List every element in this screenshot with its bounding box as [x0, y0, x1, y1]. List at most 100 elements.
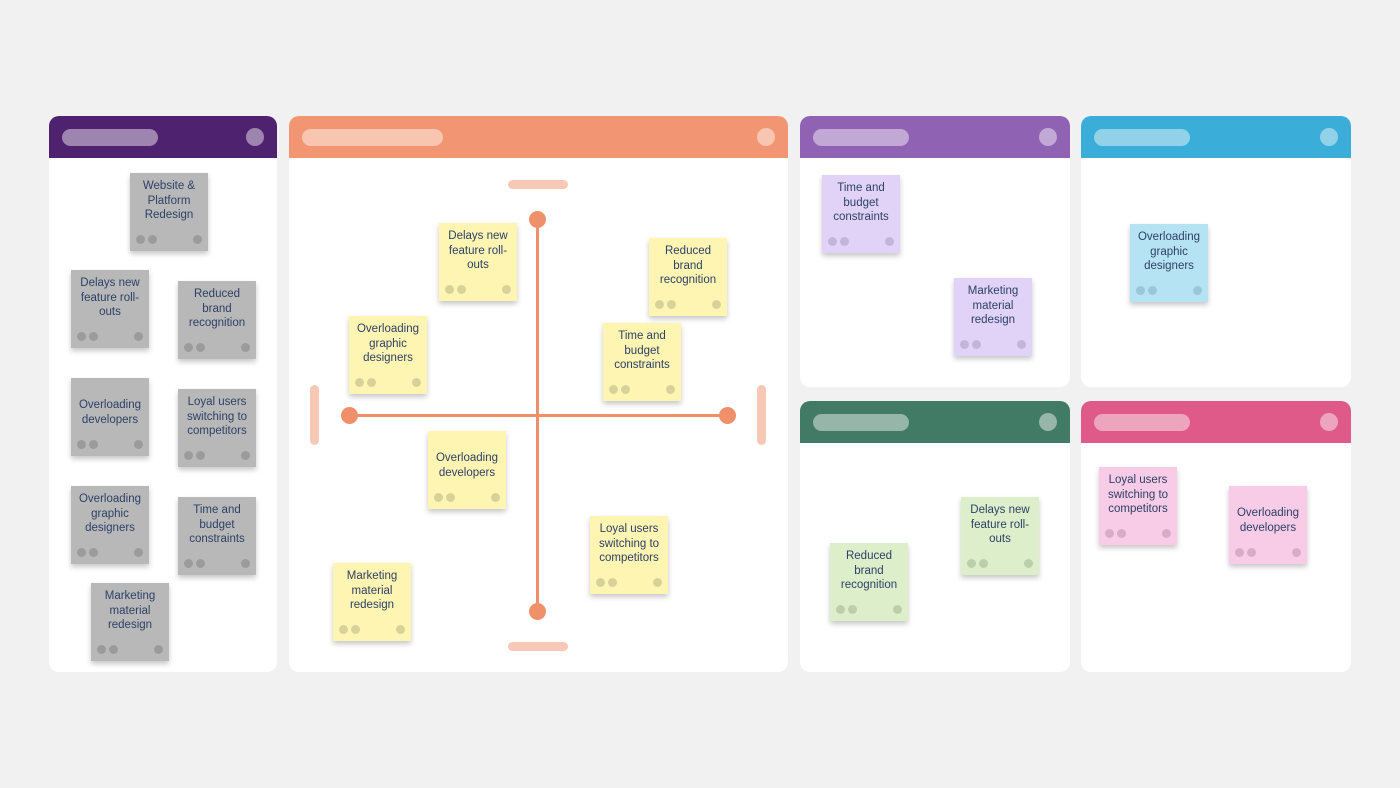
blue-panel-header[interactable]: [1081, 116, 1351, 158]
note-dot-icon: [241, 559, 250, 568]
sticky-note[interactable]: Reduced brand recognition: [178, 281, 256, 359]
sticky-note[interactable]: Reduced brand recognition: [649, 238, 727, 316]
note-dot-icon: [655, 300, 664, 309]
note-dot-icon: [848, 605, 857, 614]
note-dot-icon: [1235, 548, 1244, 557]
note-dot-icon: [134, 440, 143, 449]
note-text: Reduced brand recognition: [188, 288, 246, 330]
sticky-note[interactable]: Overloading developers: [1229, 486, 1307, 564]
panel-menu-icon[interactable]: [1320, 413, 1338, 431]
note-dot-icon: [148, 235, 157, 244]
panel-title-placeholder: [813, 414, 909, 431]
note-dots: [184, 343, 250, 352]
note-dots: [77, 548, 143, 557]
note-dot-icon: [609, 385, 618, 394]
note-dot-icon: [196, 559, 205, 568]
axis-label-bottom: [508, 642, 568, 651]
note-text: Marketing material redesign: [104, 590, 156, 632]
purple-panel: Time and budget constraints Marketing ma…: [800, 116, 1070, 387]
backlog-panel-header[interactable]: [49, 116, 277, 158]
note-text: Reduced brand recognition: [659, 245, 717, 287]
green-panel-header[interactable]: [800, 401, 1070, 443]
axis-handle-left[interactable]: [341, 407, 358, 424]
sticky-note[interactable]: Website & Platform Redesign: [130, 173, 208, 251]
note-dot-icon: [1247, 548, 1256, 557]
sticky-note[interactable]: Time and budget constraints: [822, 175, 900, 253]
note-text: Reduced brand recognition: [840, 550, 898, 592]
note-dot-icon: [596, 578, 605, 587]
pink-panel-header[interactable]: [1081, 401, 1351, 443]
note-dots: [1136, 286, 1202, 295]
note-dot-icon: [434, 493, 443, 502]
note-dot-icon: [667, 300, 676, 309]
sticky-note[interactable]: Time and budget constraints: [603, 323, 681, 401]
note-dots: [434, 493, 500, 502]
note-dot-icon: [367, 378, 376, 387]
axis-handle-right[interactable]: [719, 407, 736, 424]
note-dot-icon: [967, 559, 976, 568]
note-dot-icon: [134, 548, 143, 557]
note-dot-icon: [828, 237, 837, 246]
sticky-note[interactable]: Overloading graphic designers: [349, 316, 427, 394]
sticky-note[interactable]: Overloading developers: [428, 431, 506, 509]
axis-label-left: [310, 385, 319, 445]
sticky-note[interactable]: Overloading graphic designers: [1130, 224, 1208, 302]
panel-menu-icon[interactable]: [246, 128, 264, 146]
axis-label-top: [508, 180, 568, 189]
panel-title-placeholder: [62, 129, 158, 146]
panel-menu-icon[interactable]: [1320, 128, 1338, 146]
purple-panel-header[interactable]: [800, 116, 1070, 158]
axis-handle-bottom[interactable]: [529, 603, 546, 620]
sticky-note[interactable]: Marketing material redesign: [954, 278, 1032, 356]
sticky-note[interactable]: Delays new feature roll-outs: [71, 270, 149, 348]
note-dot-icon: [893, 605, 902, 614]
note-dots: [1235, 548, 1301, 557]
note-text: Delays new feature roll-outs: [448, 230, 508, 272]
note-text: Delays new feature roll-outs: [80, 277, 140, 319]
sticky-note[interactable]: Delays new feature roll-outs: [439, 223, 517, 301]
note-dot-icon: [446, 493, 455, 502]
sticky-note[interactable]: Marketing material redesign: [91, 583, 169, 661]
note-dots: [828, 237, 894, 246]
note-text: Time and budget constraints: [614, 330, 670, 372]
note-dot-icon: [608, 578, 617, 587]
note-dots: [1105, 529, 1171, 538]
axis-handle-top[interactable]: [529, 211, 546, 228]
note-dot-icon: [89, 440, 98, 449]
note-dot-icon: [445, 285, 454, 294]
sticky-note[interactable]: Reduced brand recognition: [830, 543, 908, 621]
sticky-note[interactable]: Loyal users switching to competitors: [178, 389, 256, 467]
note-text: Overloading graphic designers: [356, 323, 419, 365]
sticky-note[interactable]: Loyal users switching to competitors: [1099, 467, 1177, 545]
sticky-note[interactable]: Overloading developers: [71, 378, 149, 456]
note-dots: [136, 235, 202, 244]
note-dots: [596, 578, 662, 587]
note-dot-icon: [1292, 548, 1301, 557]
matrix-panel-header[interactable]: [289, 116, 788, 158]
axis-label-right: [757, 385, 766, 445]
note-dot-icon: [339, 625, 348, 634]
note-text: Marketing material redesign: [346, 570, 398, 612]
note-dots: [97, 645, 163, 654]
sticky-note[interactable]: Time and budget constraints: [178, 497, 256, 575]
note-dot-icon: [77, 548, 86, 557]
note-dots: [355, 378, 421, 387]
panel-menu-icon[interactable]: [1039, 128, 1057, 146]
note-text: Overloading developers: [435, 452, 498, 479]
panel-title-placeholder: [302, 129, 443, 146]
note-dot-icon: [97, 645, 106, 654]
note-dots: [77, 332, 143, 341]
note-dot-icon: [1105, 529, 1114, 538]
sticky-note[interactable]: Delays new feature roll-outs: [961, 497, 1039, 575]
panel-menu-icon[interactable]: [1039, 413, 1057, 431]
note-text: Loyal users switching to competitors: [1107, 474, 1169, 516]
note-dot-icon: [355, 378, 364, 387]
sticky-note[interactable]: Loyal users switching to competitors: [590, 516, 668, 594]
note-dot-icon: [134, 332, 143, 341]
note-dot-icon: [712, 300, 721, 309]
note-dot-icon: [979, 559, 988, 568]
panel-menu-icon[interactable]: [757, 128, 775, 146]
sticky-note[interactable]: Marketing material redesign: [333, 563, 411, 641]
sticky-note[interactable]: Overloading graphic designers: [71, 486, 149, 564]
backlog-panel: Website & Platform Redesign Delays new f…: [49, 116, 277, 672]
